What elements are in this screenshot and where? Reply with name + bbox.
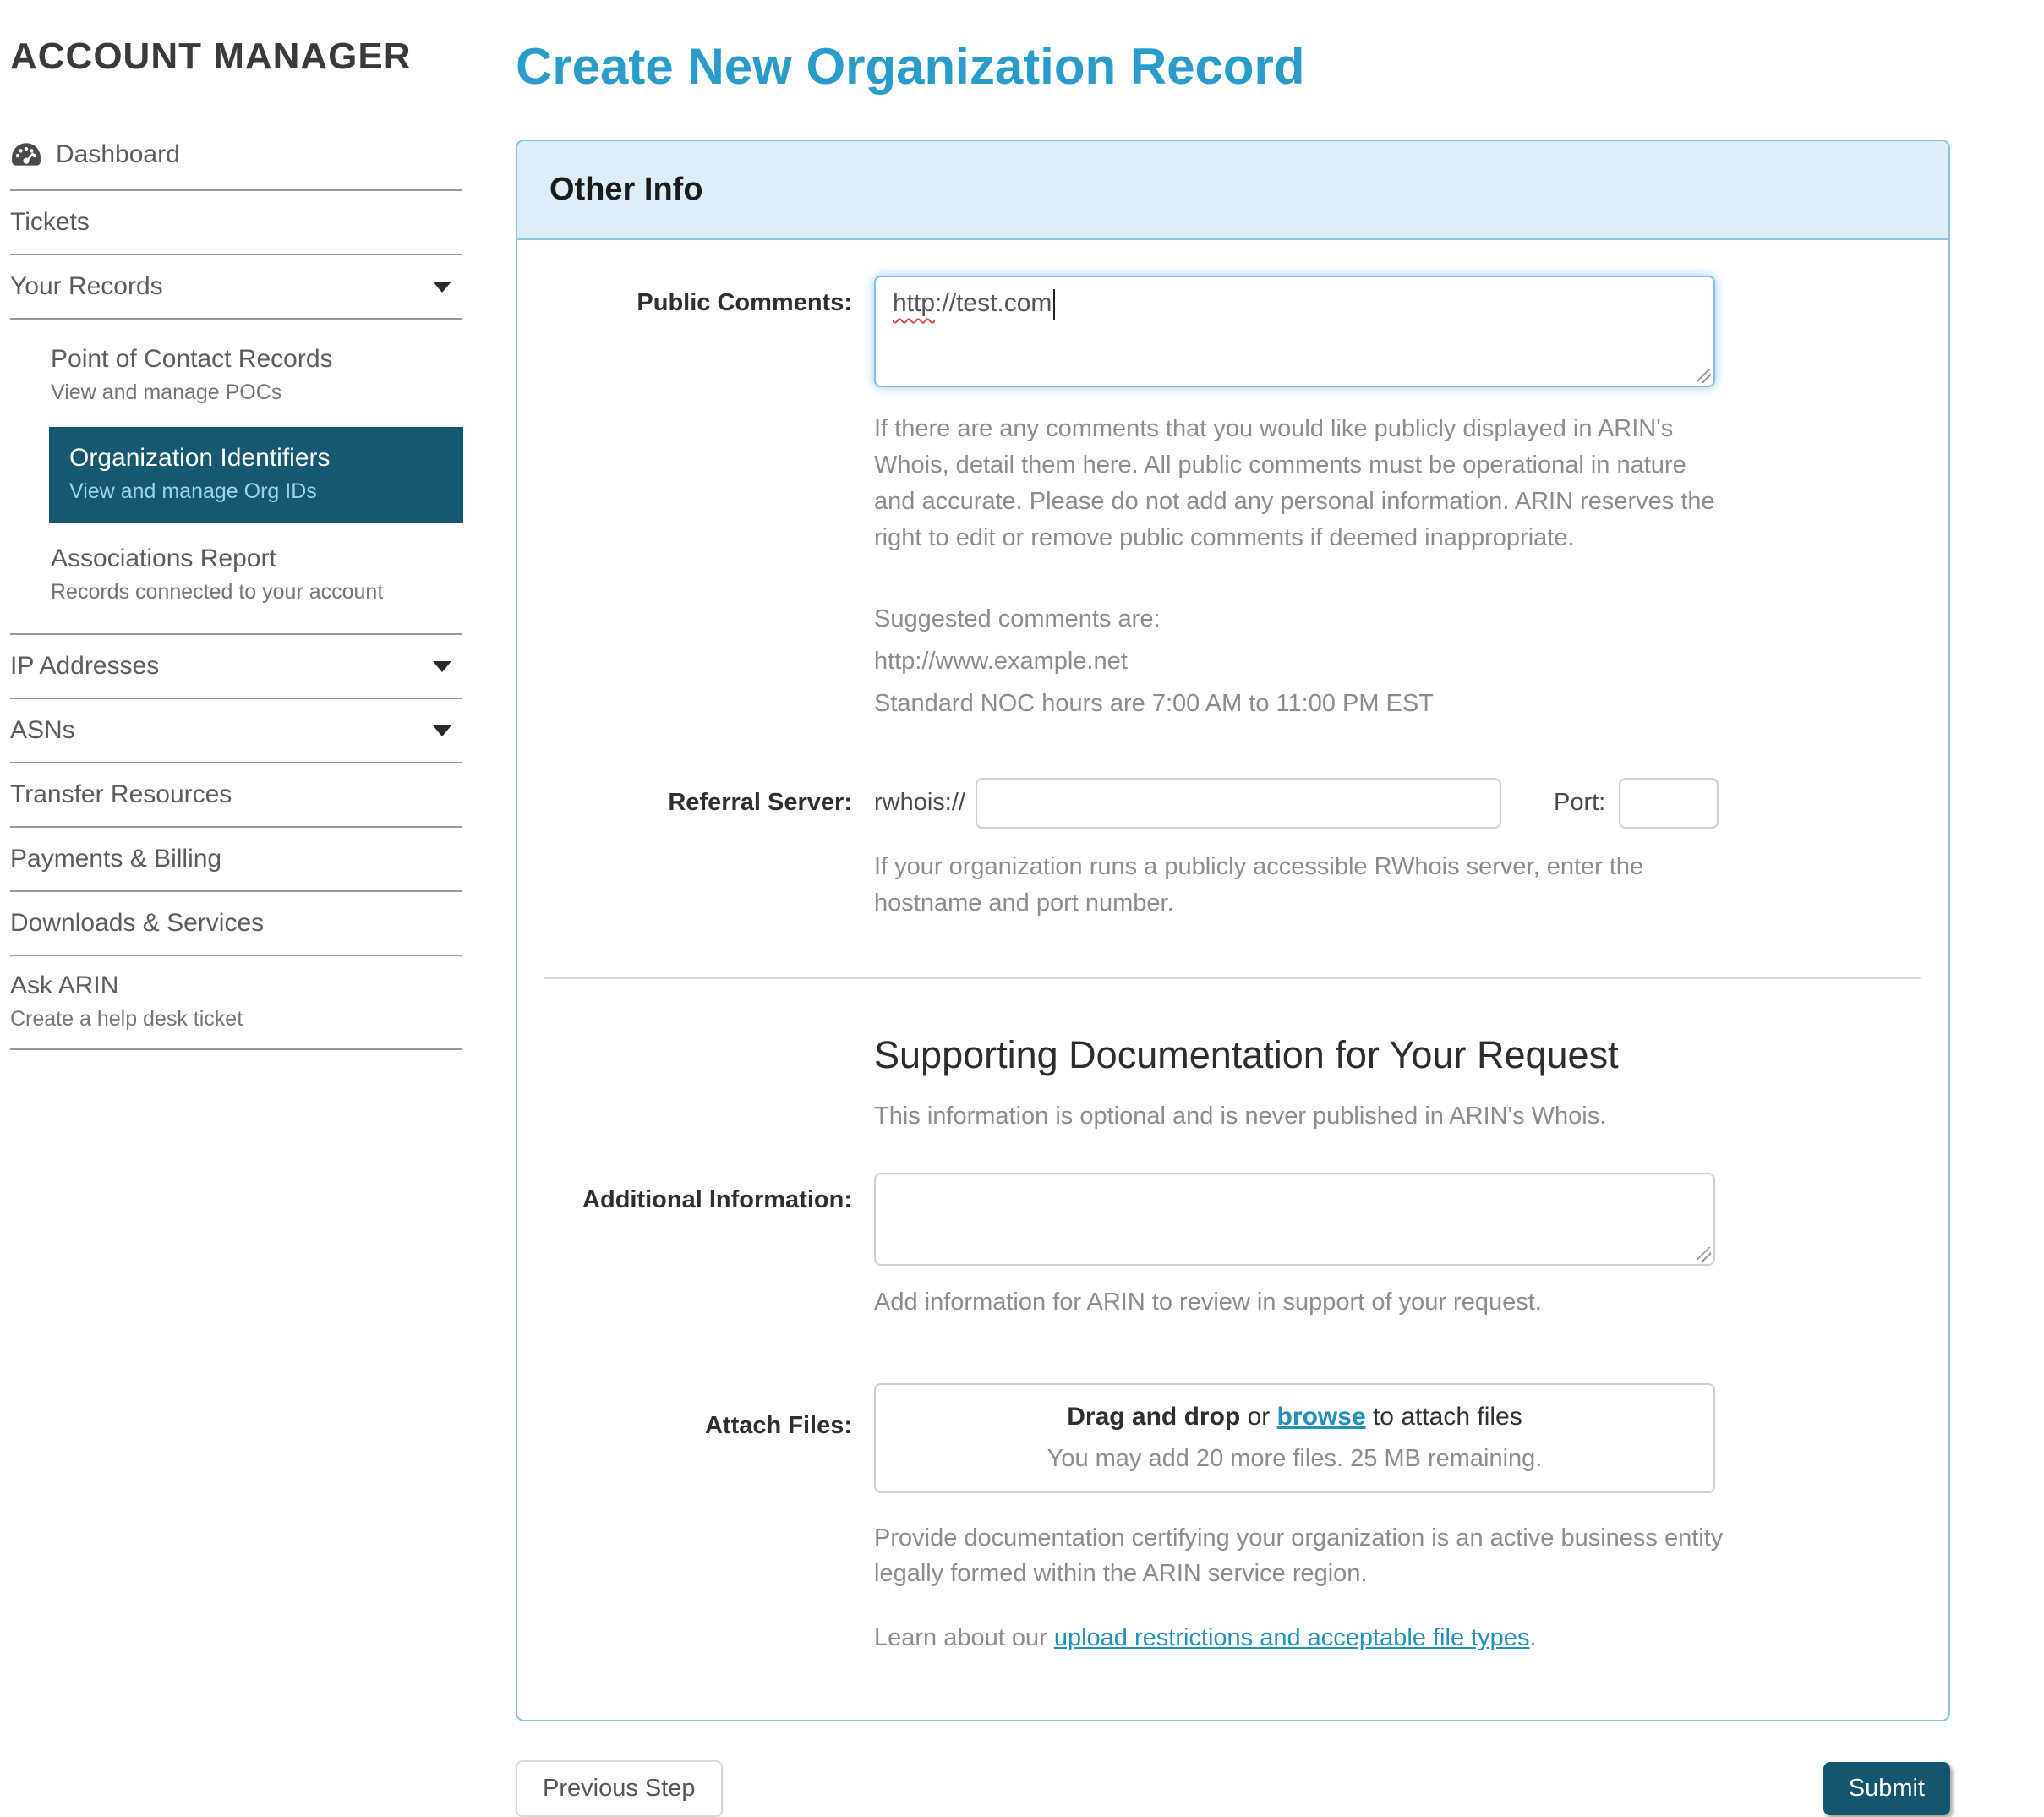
your-records-sublist: Point of Contact Records View and manage… [10,320,463,633]
public-comments-help: If there are any comments that you would… [874,411,1719,556]
resize-handle[interactable] [1697,1247,1711,1262]
sidebar-item-label: Payments & Billing [10,845,221,873]
sidebar-item-downloads-services[interactable]: Downloads & Services [10,892,463,955]
section-divider [544,977,1921,979]
suggested-comments: Suggested comments are: http://www.examp… [874,600,1715,722]
submit-button[interactable]: Submit [1823,1762,1950,1815]
sub-item-title: Ask ARIN [10,971,455,1000]
attach-files-row: Attach Files: Drag and drop or browse to… [517,1383,1948,1653]
comment-text: ://test.com [935,289,1052,317]
upload-restrictions-link[interactable]: upload restrictions and acceptable file … [1054,1624,1530,1651]
sub-item-desc: View and manage POCs [51,380,463,405]
main-content: Create New Organization Record Other Inf… [463,0,2044,1817]
empty-label-col [517,829,874,922]
form-actions: Previous Step Submit [516,1760,1950,1817]
sidebar-item-label: IP Addresses [10,652,159,681]
resize-handle[interactable] [1697,369,1711,383]
sub-item-title: Associations Report [51,545,463,573]
public-comments-field-col: http://test.com If there are any comment… [874,276,1715,722]
sidebar-title: ACCOUNT MANAGER [10,36,463,78]
learn-about-line: Learn about our upload restrictions and … [874,1624,1715,1652]
sidebar-item-label: Dashboard [56,140,180,169]
page-title: Create New Organization Record [516,37,2044,96]
port-input[interactable] [1619,778,1719,829]
referral-server-help: If your organization runs a publicly acc… [874,849,1719,922]
additional-info-label: Additional Information: [517,1173,874,1321]
supporting-docs-heading: Supporting Documentation for Your Reques… [874,1033,1948,1077]
divider [10,1048,462,1050]
supporting-docs-subheading: This information is optional and is neve… [874,1103,1948,1130]
referral-server-row: Referral Server: rwhois:// Port: [517,778,1948,829]
referral-server-field-col: rwhois:// Port: [874,778,1719,829]
sidebar-item-point-of-contact-records[interactable]: Point of Contact Records View and manage… [10,331,463,419]
public-comments-row: Public Comments: http://test.com If ther… [517,276,1948,722]
additional-info-field-col: Add information for ARIN to review in su… [874,1173,1715,1321]
other-info-panel: Other Info Public Comments: http://test.… [516,140,1950,1721]
sidebar-item-dashboard[interactable]: Dashboard [10,123,463,189]
dropzone-capacity: You may add 20 more files. 25 MB remaini… [1047,1445,1543,1473]
attach-tail-text: to attach files [1366,1403,1522,1431]
sidebar-item-payments-billing[interactable]: Payments & Billing [10,828,463,890]
additional-info-help: Add information for ARIN to review in su… [874,1284,1719,1321]
sidebar: ACCOUNT MANAGER Dashboard Tickets [0,0,463,1817]
attach-files-help: Provide documentation certifying your or… [874,1520,1770,1593]
suggested-intro: Suggested comments are: [874,600,1715,638]
sub-item-title: Organization Identifiers [69,444,463,473]
additional-info-textarea[interactable] [874,1173,1715,1266]
public-comments-label: Public Comments: [517,276,874,722]
rwhois-scheme-prefix: rwhois:// [874,789,965,817]
comment-text-flagged: http [893,289,935,317]
sidebar-item-asns[interactable]: ASNs [10,699,463,762]
page: ACCOUNT MANAGER Dashboard Tickets [0,0,2044,1817]
sidebar-nav: Dashboard Tickets Your Records Point of … [10,123,463,1050]
referral-help-row: If your organization runs a publicly acc… [517,829,1948,922]
dropzone-instruction: Drag and drop or browse to attach files [1067,1403,1522,1431]
sidebar-item-label: Downloads & Services [10,909,264,938]
attach-files-label: Attach Files: [517,1383,874,1653]
suggested-example: http://www.example.net [874,643,1715,680]
drag-and-drop-text: Drag and drop [1067,1403,1240,1431]
chevron-down-icon [433,725,451,736]
public-comments-textarea[interactable]: http://test.com [874,276,1715,387]
chevron-down-icon [433,282,451,293]
referral-server-label: Referral Server: [517,789,874,817]
sidebar-item-your-records[interactable]: Your Records [10,255,463,318]
previous-step-button[interactable]: Previous Step [516,1760,723,1817]
panel-body: Public Comments: http://test.com If ther… [517,240,1948,1720]
sidebar-item-associations-report[interactable]: Associations Report Records connected to… [10,531,463,618]
sidebar-item-tickets[interactable]: Tickets [10,191,463,254]
sub-item-desc: Create a help desk ticket [10,1007,455,1032]
sub-item-title: Point of Contact Records [51,345,463,374]
file-dropzone[interactable]: Drag and drop or browse to attach files … [874,1383,1715,1493]
or-text: or [1240,1403,1276,1431]
sidebar-item-organization-identifiers[interactable]: Organization Identifiers View and manage… [49,427,463,523]
learn-prefix: Learn about our [874,1624,1054,1651]
referral-server-line: rwhois:// Port: [874,778,1719,829]
text-caret [1053,289,1055,320]
chevron-down-icon [433,661,451,672]
suggested-example: Standard NOC hours are 7:00 AM to 11:00 … [874,685,1715,722]
browse-link[interactable]: browse [1277,1403,1366,1431]
panel-header: Other Info [517,141,1948,240]
dashboard-icon [10,140,42,169]
sidebar-item-ask-arin[interactable]: Ask ARIN Create a help desk ticket [10,956,463,1048]
sidebar-item-label: Tickets [10,208,90,237]
sidebar-item-label: Your Records [10,272,163,301]
sidebar-item-label: ASNs [10,716,75,745]
referral-server-input[interactable] [976,778,1501,829]
port-label: Port: [1554,789,1605,817]
sub-item-desc: Records connected to your account [51,580,463,605]
referral-help-col: If your organization runs a publicly acc… [874,829,1715,922]
sidebar-item-ip-addresses[interactable]: IP Addresses [10,635,463,698]
sidebar-item-label: Transfer Resources [10,780,232,809]
additional-info-row: Additional Information: Add information … [517,1173,1948,1321]
sub-item-desc: View and manage Org IDs [69,479,463,504]
learn-suffix: . [1529,1624,1536,1651]
sidebar-item-transfer-resources[interactable]: Transfer Resources [10,763,463,826]
attach-files-field-col: Drag and drop or browse to attach files … [874,1383,1715,1653]
